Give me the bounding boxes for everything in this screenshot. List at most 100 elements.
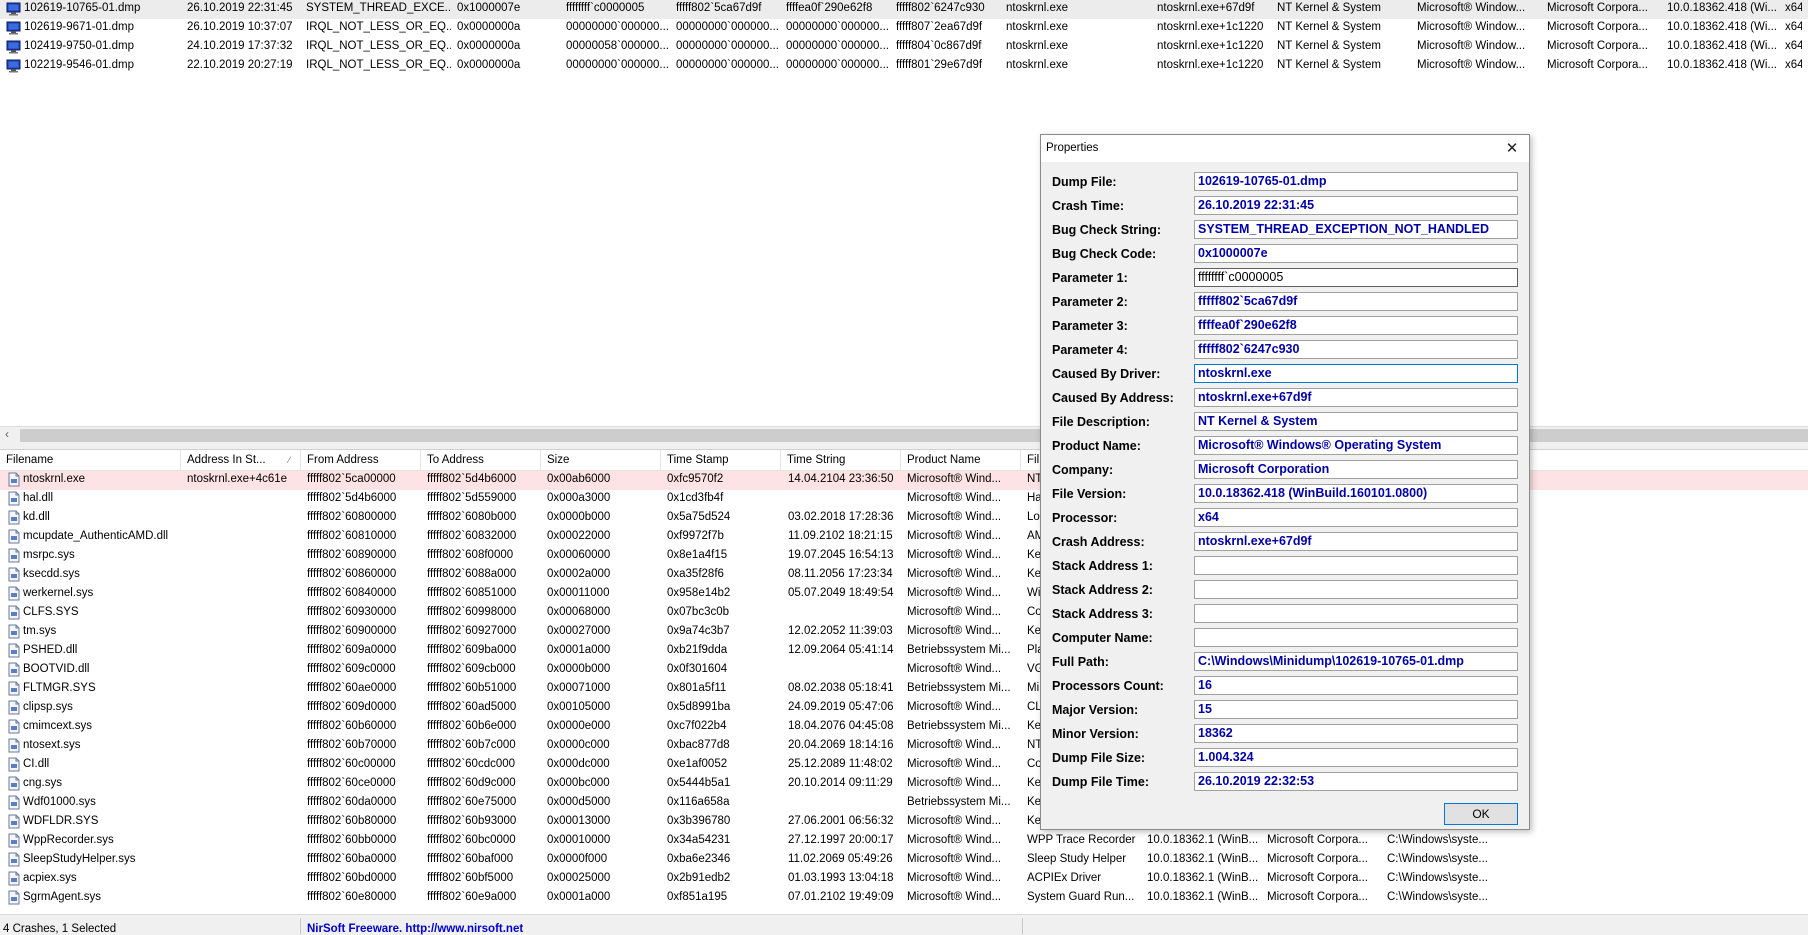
- module-row[interactable]: Wdf01000.sys fffff802`60da0000 fffff802`60…: [0, 794, 1808, 813]
- property-value[interactable]: [1194, 604, 1518, 623]
- crash-row[interactable]: 102219-9546-01.dmp 22.10.2019 20:27:19 IRQ…: [0, 57, 1808, 76]
- property-value[interactable]: ffffea0f`290e62f8: [1194, 316, 1518, 335]
- column-header-product-name[interactable]: Product Name: [901, 450, 1021, 470]
- property-value[interactable]: C:\Windows\Minidump\102619-10765-01.dmp: [1194, 652, 1518, 671]
- module-cell-timestring: 05.07.2049 18:49:54: [788, 587, 894, 599]
- crash-row[interactable]: 102619-10765-01.dmp 26.10.2019 22:31:45 SY…: [0, 0, 1808, 19]
- module-row[interactable]: PSHED.dll fffff802`609a0000 fffff802`609ba…: [0, 642, 1808, 661]
- module-cell-timestamp: 0x958e14b2: [667, 587, 731, 599]
- property-value[interactable]: Microsoft Corporation: [1194, 460, 1518, 479]
- property-value[interactable]: NT Kernel & System: [1194, 412, 1518, 431]
- crash-cell-p1: 00000058`000000...: [566, 40, 669, 52]
- module-cell-from: fffff802`60ce0000: [307, 777, 396, 789]
- module-row[interactable]: hal.dll fffff802`5d4b6000 fffff802`5d55900…: [0, 490, 1808, 509]
- crash-row[interactable]: 102419-9750-01.dmp 24.10.2019 17:37:32 IRQ…: [0, 38, 1808, 57]
- crash-cell-p4: fffff807`2ea67d9f: [896, 21, 983, 33]
- property-value[interactable]: ntoskrnl.exe+67d9f: [1194, 532, 1518, 551]
- crash-list[interactable]: 102619-10765-01.dmp 26.10.2019 22:31:45 SY…: [0, 0, 1808, 426]
- column-header-from-address[interactable]: From Address: [301, 450, 421, 470]
- crash-row[interactable]: 102619-9671-01.dmp 26.10.2019 10:37:07 IRQ…: [0, 19, 1808, 38]
- property-value[interactable]: 0x1000007e: [1194, 244, 1518, 263]
- module-cell-product: Microsoft® Wind...: [907, 834, 1002, 846]
- property-value[interactable]: [1194, 580, 1518, 599]
- scroll-left-arrow-icon[interactable]: ‹: [5, 427, 9, 441]
- module-row[interactable]: ksecdd.sys fffff802`60860000 fffff802`6088…: [0, 566, 1808, 585]
- module-cell-from: fffff802`60900000: [307, 625, 397, 637]
- module-row[interactable]: SleepStudyHelper.sys fffff802`60ba0000 fff…: [0, 851, 1808, 870]
- module-cell-product: Microsoft® Wind...: [907, 815, 1002, 827]
- property-value[interactable]: 1.004.324: [1194, 748, 1518, 767]
- property-value[interactable]: [1194, 556, 1518, 575]
- crash-cell-filename: 102419-9750-01.dmp: [24, 40, 134, 52]
- dialog-title-bar[interactable]: Properties ✕: [1041, 135, 1529, 162]
- scrollbar-thumb[interactable]: [20, 429, 1808, 442]
- crash-cell-processor: x64: [1785, 21, 1802, 33]
- ok-button[interactable]: OK: [1444, 803, 1518, 825]
- property-value[interactable]: 16: [1194, 676, 1518, 695]
- module-row[interactable]: mcupdate_AuthenticAMD.dll fffff802`608100…: [0, 528, 1808, 547]
- module-row[interactable]: msrpc.sys fffff802`60890000 fffff802`608f0…: [0, 547, 1808, 566]
- property-label: Product Name:: [1052, 439, 1141, 453]
- module-cell-file-version: 10.0.18362.1 (WinB...: [1147, 853, 1259, 865]
- property-value[interactable]: ntoskrnl.exe: [1194, 364, 1518, 383]
- column-header-label: Fil: [1027, 454, 1040, 466]
- module-row[interactable]: FLTMGR.SYS fffff802`60ae0000 fffff802`60b5…: [0, 680, 1808, 699]
- crash-cell-filename: 102219-9546-01.dmp: [24, 59, 134, 71]
- property-value[interactable]: 10.0.18362.418 (WinBuild.160101.0800): [1194, 484, 1518, 503]
- property-value[interactable]: x64: [1194, 508, 1518, 527]
- module-cell-to: fffff802`60d9c000: [427, 777, 516, 789]
- module-row[interactable]: tm.sys fffff802`60900000 fffff802`60927000…: [0, 623, 1808, 642]
- module-cell-filename: CLFS.SYS: [23, 606, 79, 618]
- property-value[interactable]: ffffffff`c0000005: [1194, 268, 1518, 287]
- module-row[interactable]: SgrmAgent.sys fffff802`60e80000 fffff802`6…: [0, 889, 1808, 908]
- column-header-to-address[interactable]: To Address: [421, 450, 541, 470]
- property-label: Bug Check String:: [1052, 223, 1162, 237]
- module-cell-filename: hal.dll: [23, 492, 54, 504]
- module-row[interactable]: kd.dll fffff802`60800000 fffff802`6080b000…: [0, 509, 1808, 528]
- module-row[interactable]: werkernel.sys fffff802`60840000 fffff802`6…: [0, 585, 1808, 604]
- property-value[interactable]: 26.10.2019 22:31:45: [1194, 196, 1518, 215]
- nirsoft-link[interactable]: NirSoft Freeware. http://www.nirsoft.net: [307, 923, 523, 935]
- module-cell-product: Microsoft® Wind...: [907, 663, 1002, 675]
- property-value[interactable]: ntoskrnl.exe+67d9f: [1194, 388, 1518, 407]
- module-row[interactable]: ntosext.sys fffff802`60b70000 fffff802`60b…: [0, 737, 1808, 756]
- module-row[interactable]: WppRecorder.sys fffff802`60bb0000 fffff802…: [0, 832, 1808, 851]
- crash-cell-version: 10.0.18362.418 (Wi...: [1667, 40, 1777, 52]
- property-value[interactable]: [1194, 628, 1518, 647]
- property-value[interactable]: SYSTEM_THREAD_EXCEPTION_NOT_HANDLED: [1194, 220, 1518, 239]
- column-header-time-string[interactable]: Time String: [781, 450, 901, 470]
- module-row[interactable]: cng.sys fffff802`60ce0000 fffff802`60d9c00…: [0, 775, 1808, 794]
- column-header-label: Filename: [6, 454, 54, 466]
- column-header-time-stamp[interactable]: Time Stamp: [661, 450, 781, 470]
- property-value[interactable]: 15: [1194, 700, 1518, 719]
- property-value[interactable]: fffff802`5ca67d9f: [1194, 292, 1518, 311]
- module-row[interactable]: WDFLDR.SYS fffff802`60b80000 fffff802`60b9…: [0, 813, 1808, 832]
- property-value[interactable]: fffff802`6247c930: [1194, 340, 1518, 359]
- module-cell-product: Microsoft® Wind...: [907, 739, 1002, 751]
- property-value[interactable]: Microsoft® Windows® Operating System: [1194, 436, 1518, 455]
- column-header-filename[interactable]: Filename: [0, 450, 181, 470]
- module-cell-timestamp: 0x5a75d524: [667, 511, 731, 523]
- crash-cell-address: ntoskrnl.exe+1c1220: [1157, 21, 1264, 33]
- column-header-address-in-stack[interactable]: Address In St... ⁄: [181, 450, 301, 470]
- module-cell-size: 0x00071000: [547, 682, 611, 694]
- module-row[interactable]: acpiex.sys fffff802`60bd0000 fffff802`60bf…: [0, 870, 1808, 889]
- property-value[interactable]: 102619-10765-01.dmp: [1194, 172, 1518, 191]
- module-cell-to: fffff802`608f0000: [427, 549, 514, 561]
- property-value[interactable]: 18362: [1194, 724, 1518, 743]
- module-cell-size: 0x0000f000: [547, 853, 608, 865]
- module-row[interactable]: CLFS.SYS fffff802`60930000 fffff802`609980…: [0, 604, 1808, 623]
- property-value[interactable]: 26.10.2019 22:32:53: [1194, 772, 1518, 791]
- module-row[interactable]: clipsp.sys fffff802`609d0000 fffff802`60ad…: [0, 699, 1808, 718]
- module-row[interactable]: BOOTVID.dll fffff802`609c0000 fffff802`609…: [0, 661, 1808, 680]
- crash-cell-bug-check-string: IRQL_NOT_LESS_OR_EQ...: [306, 21, 451, 33]
- horizontal-scrollbar[interactable]: ‹: [0, 426, 1808, 445]
- module-row[interactable]: cmimcext.sys fffff802`60b60000 fffff802`60…: [0, 718, 1808, 737]
- module-cell-to: fffff802`60bf5000: [427, 872, 514, 884]
- property-label: Caused By Address:: [1052, 391, 1174, 405]
- module-row[interactable]: ntoskrnl.exe ntoskrnl.exe+4c61e fffff802`5…: [0, 471, 1808, 490]
- module-row[interactable]: CI.dll fffff802`60c00000 fffff802`60cdc000…: [0, 756, 1808, 775]
- modules-list[interactable]: ntoskrnl.exe ntoskrnl.exe+4c61e fffff802`5…: [0, 471, 1808, 912]
- close-icon[interactable]: ✕: [1495, 135, 1529, 162]
- column-header-size[interactable]: Size: [541, 450, 661, 470]
